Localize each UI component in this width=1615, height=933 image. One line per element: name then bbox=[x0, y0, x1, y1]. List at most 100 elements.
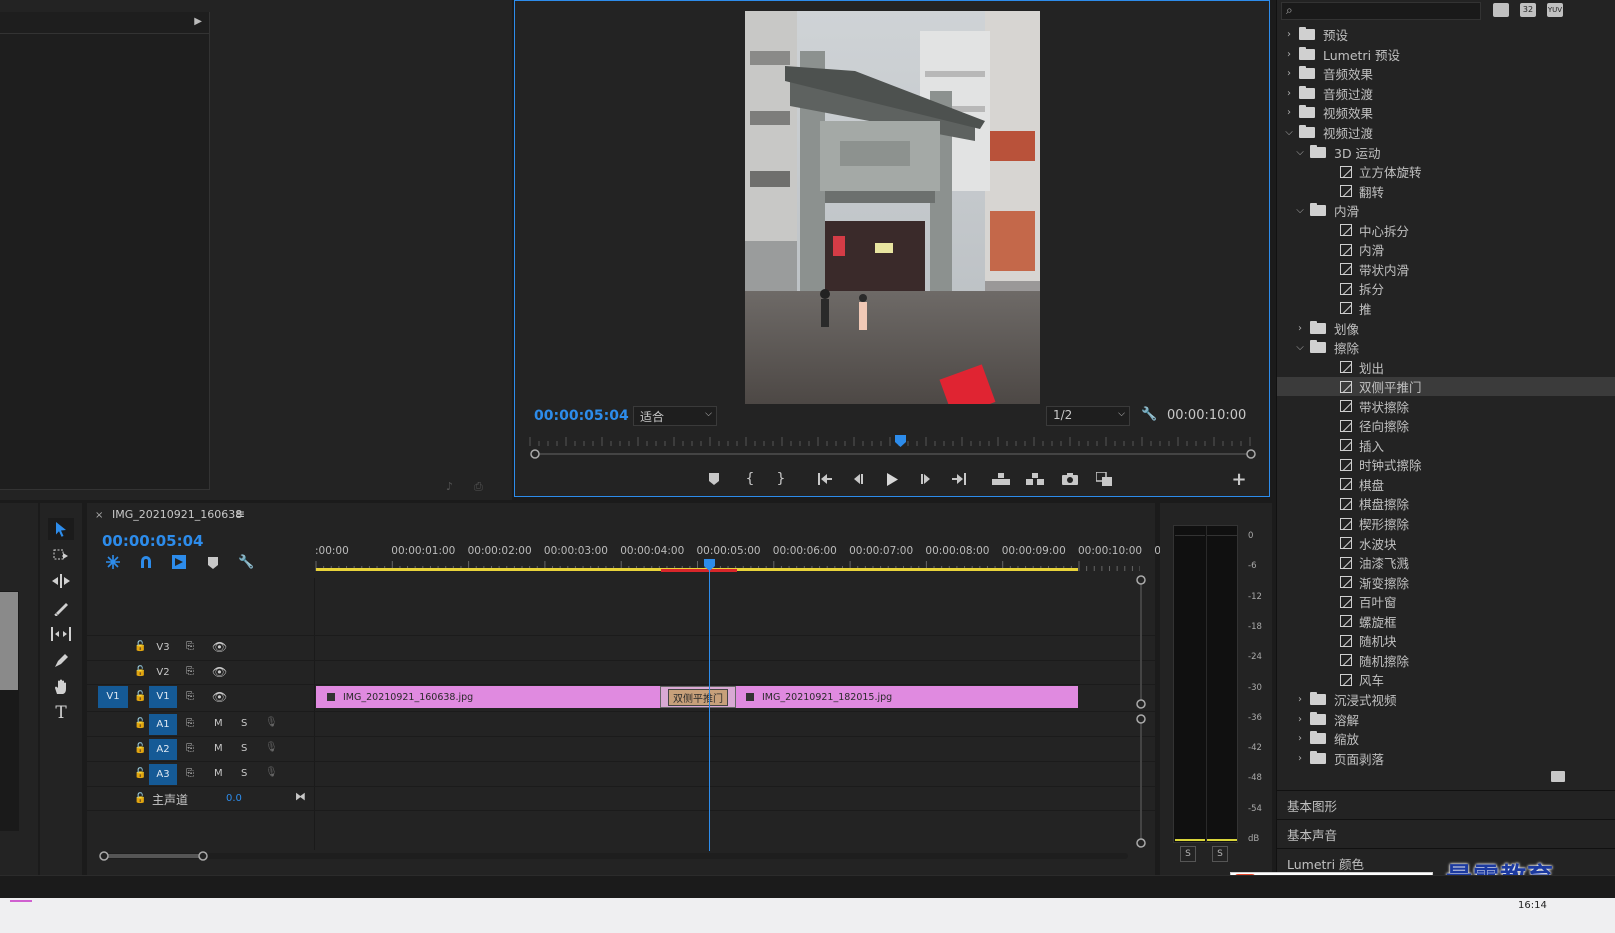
lock-icon[interactable]: 🔓 bbox=[134, 793, 146, 804]
play-icon[interactable] bbox=[879, 468, 905, 490]
go-to-edit-icon[interactable]: ⧓ bbox=[295, 790, 306, 803]
expand-chevron-right-icon[interactable]: › bbox=[1283, 29, 1295, 40]
expand-chevron-right-icon[interactable]: › bbox=[1294, 733, 1306, 744]
effect-folder-15[interactable]: › 划像 bbox=[1277, 318, 1615, 338]
effect-item-24[interactable]: 棋盘擦除 bbox=[1277, 494, 1615, 514]
go-to-out-icon[interactable] bbox=[946, 468, 972, 490]
lift-icon[interactable] bbox=[988, 468, 1014, 490]
expand-chevron-right-icon[interactable]: › bbox=[1294, 323, 1306, 334]
effect-folder-36[interactable]: › 缩放 bbox=[1277, 729, 1615, 749]
effect-folder-4[interactable]: › 视频效果 bbox=[1277, 103, 1615, 123]
timeline-zoom-scrollbar[interactable] bbox=[99, 851, 1133, 861]
effect-folder-6[interactable]: ⌵ 3D 运动 bbox=[1277, 142, 1615, 162]
playback-resolution-dropdown[interactable]: 1/2 ⌵ bbox=[1046, 406, 1130, 426]
transition-double-door[interactable]: 双侧平推门 bbox=[660, 686, 736, 708]
solo-button[interactable]: S bbox=[241, 718, 247, 729]
slip-tool-icon[interactable] bbox=[48, 623, 74, 645]
lock-icon[interactable]: 🔓 bbox=[134, 691, 146, 702]
mark-in-icon[interactable]: { bbox=[737, 468, 763, 490]
effect-item-22[interactable]: 时钟式擦除 bbox=[1277, 455, 1615, 475]
program-playhead[interactable] bbox=[895, 435, 906, 447]
expand-chevron-right-icon[interactable]: › bbox=[1283, 49, 1295, 60]
solo-button[interactable]: S bbox=[241, 768, 247, 779]
razor-tool-icon[interactable] bbox=[48, 597, 74, 619]
eye-icon[interactable]: 👁 bbox=[212, 690, 227, 704]
audio-drag-icon[interactable]: ♪ bbox=[446, 480, 462, 493]
video-tracks-scrollbar[interactable] bbox=[1136, 575, 1146, 710]
voice-over-mic-icon[interactable]: 🎙 bbox=[265, 717, 278, 728]
voice-over-mic-icon[interactable]: 🎙 bbox=[265, 742, 278, 753]
effects-search-input[interactable]: ⌕ bbox=[1281, 2, 1481, 20]
effect-item-29[interactable]: 百叶窗 bbox=[1277, 592, 1615, 612]
section-essential-graphics[interactable]: 基本图形 bbox=[1277, 790, 1615, 819]
effect-folder-35[interactable]: › 溶解 bbox=[1277, 709, 1615, 729]
source-patch-v1[interactable]: V1 bbox=[98, 686, 128, 708]
system-clock[interactable]: 16:14 bbox=[1518, 900, 1547, 911]
lock-icon[interactable]: 🔓 bbox=[134, 718, 146, 729]
master-volume-value[interactable]: 0.0 bbox=[226, 793, 242, 804]
pen-tool-icon[interactable] bbox=[48, 650, 74, 672]
effect-item-27[interactable]: 油漆飞溅 bbox=[1277, 553, 1615, 573]
new-custom-bin-icon[interactable] bbox=[1551, 771, 1565, 782]
lock-icon[interactable]: 🔓 bbox=[134, 768, 146, 779]
clip-img-160638[interactable]: IMG_20210921_160638.jpg bbox=[316, 686, 663, 708]
clip-img-182015[interactable]: IMG_20210921_182015.jpg bbox=[736, 686, 1078, 708]
ripple-edit-tool-icon[interactable] bbox=[48, 570, 74, 592]
expand-chevron-down-icon[interactable]: ⌵ bbox=[1294, 342, 1306, 353]
expand-chevron-right-icon[interactable]: › bbox=[1294, 753, 1306, 764]
effect-item-19[interactable]: 带状擦除 bbox=[1277, 396, 1615, 416]
comparison-view-icon[interactable] bbox=[1091, 468, 1117, 490]
expand-chevron-right-icon[interactable]: › bbox=[1294, 714, 1306, 725]
effect-item-23[interactable]: 棋盘 bbox=[1277, 475, 1615, 495]
effect-item-28[interactable]: 渐变擦除 bbox=[1277, 572, 1615, 592]
type-tool-icon[interactable]: T bbox=[48, 702, 74, 724]
mark-out-icon[interactable]: } bbox=[768, 468, 794, 490]
expand-chevron-down-icon[interactable]: ⌵ bbox=[1294, 205, 1306, 216]
mute-button[interactable]: M bbox=[214, 743, 223, 754]
effect-item-13[interactable]: 拆分 bbox=[1277, 279, 1615, 299]
effect-folder-0[interactable]: › 预设 bbox=[1277, 25, 1615, 45]
effect-folder-2[interactable]: › 音频效果 bbox=[1277, 64, 1615, 84]
fit-zoom-dropdown[interactable]: 适合 ⌵ bbox=[633, 406, 717, 426]
expand-chevron-right-icon[interactable]: › bbox=[1283, 107, 1295, 118]
eye-icon[interactable]: 👁 bbox=[212, 665, 227, 679]
track-select-tool-icon[interactable] bbox=[48, 544, 74, 566]
lock-icon[interactable]: 🔓 bbox=[134, 743, 146, 754]
track-label-v3[interactable]: V3 bbox=[152, 642, 174, 653]
effect-folder-1[interactable]: › Lumetri 预设 bbox=[1277, 45, 1615, 65]
effect-item-7[interactable]: 立方体旋转 bbox=[1277, 162, 1615, 182]
eye-icon[interactable]: 👁 bbox=[212, 640, 227, 654]
mute-button[interactable]: M bbox=[214, 718, 223, 729]
extract-icon[interactable] bbox=[1022, 468, 1048, 490]
solo-left-button[interactable]: S bbox=[1180, 846, 1196, 862]
selection-tool-icon[interactable] bbox=[48, 518, 74, 540]
effect-item-25[interactable]: 楔形擦除 bbox=[1277, 514, 1615, 534]
effect-folder-5[interactable]: ⌵ 视频过渡 bbox=[1277, 123, 1615, 143]
expand-chevron-right-icon[interactable]: › bbox=[1283, 88, 1295, 99]
new-bin-icon[interactable] bbox=[1493, 3, 1509, 17]
effect-item-31[interactable]: 随机块 bbox=[1277, 631, 1615, 651]
effect-item-8[interactable]: 翻转 bbox=[1277, 181, 1615, 201]
effect-item-32[interactable]: 随机擦除 bbox=[1277, 651, 1615, 671]
effect-folder-37[interactable]: › 页面剥落 bbox=[1277, 748, 1615, 768]
effect-item-14[interactable]: 推 bbox=[1277, 299, 1615, 319]
effect-item-17[interactable]: 划出 bbox=[1277, 357, 1615, 377]
effect-item-21[interactable]: 插入 bbox=[1277, 436, 1615, 456]
effect-item-20[interactable]: 径向擦除 bbox=[1277, 416, 1615, 436]
yuv-icon[interactable]: YUV bbox=[1547, 3, 1563, 17]
sync-lock-icon[interactable]: ⎘ bbox=[186, 641, 194, 652]
program-zoom-scrollbar[interactable] bbox=[530, 449, 1256, 459]
hand-tool-icon[interactable] bbox=[48, 676, 74, 698]
panel-menu-arrow-icon[interactable]: ▶ bbox=[194, 16, 202, 27]
effect-item-11[interactable]: 内滑 bbox=[1277, 240, 1615, 260]
solo-right-button[interactable]: S bbox=[1212, 846, 1228, 862]
sync-lock-icon[interactable]: ⎘ bbox=[186, 718, 194, 729]
sync-lock-icon[interactable]: ⎘ bbox=[186, 691, 194, 702]
lock-icon[interactable]: 🔓 bbox=[134, 666, 146, 677]
lock-icon[interactable]: 🔓 bbox=[134, 641, 146, 652]
effect-item-33[interactable]: 风车 bbox=[1277, 670, 1615, 690]
track-label-a3[interactable]: A3 bbox=[149, 764, 177, 785]
effect-item-12[interactable]: 带状内滑 bbox=[1277, 260, 1615, 280]
effect-folder-16[interactable]: ⌵ 擦除 bbox=[1277, 338, 1615, 358]
expand-chevron-right-icon[interactable]: › bbox=[1283, 68, 1295, 79]
